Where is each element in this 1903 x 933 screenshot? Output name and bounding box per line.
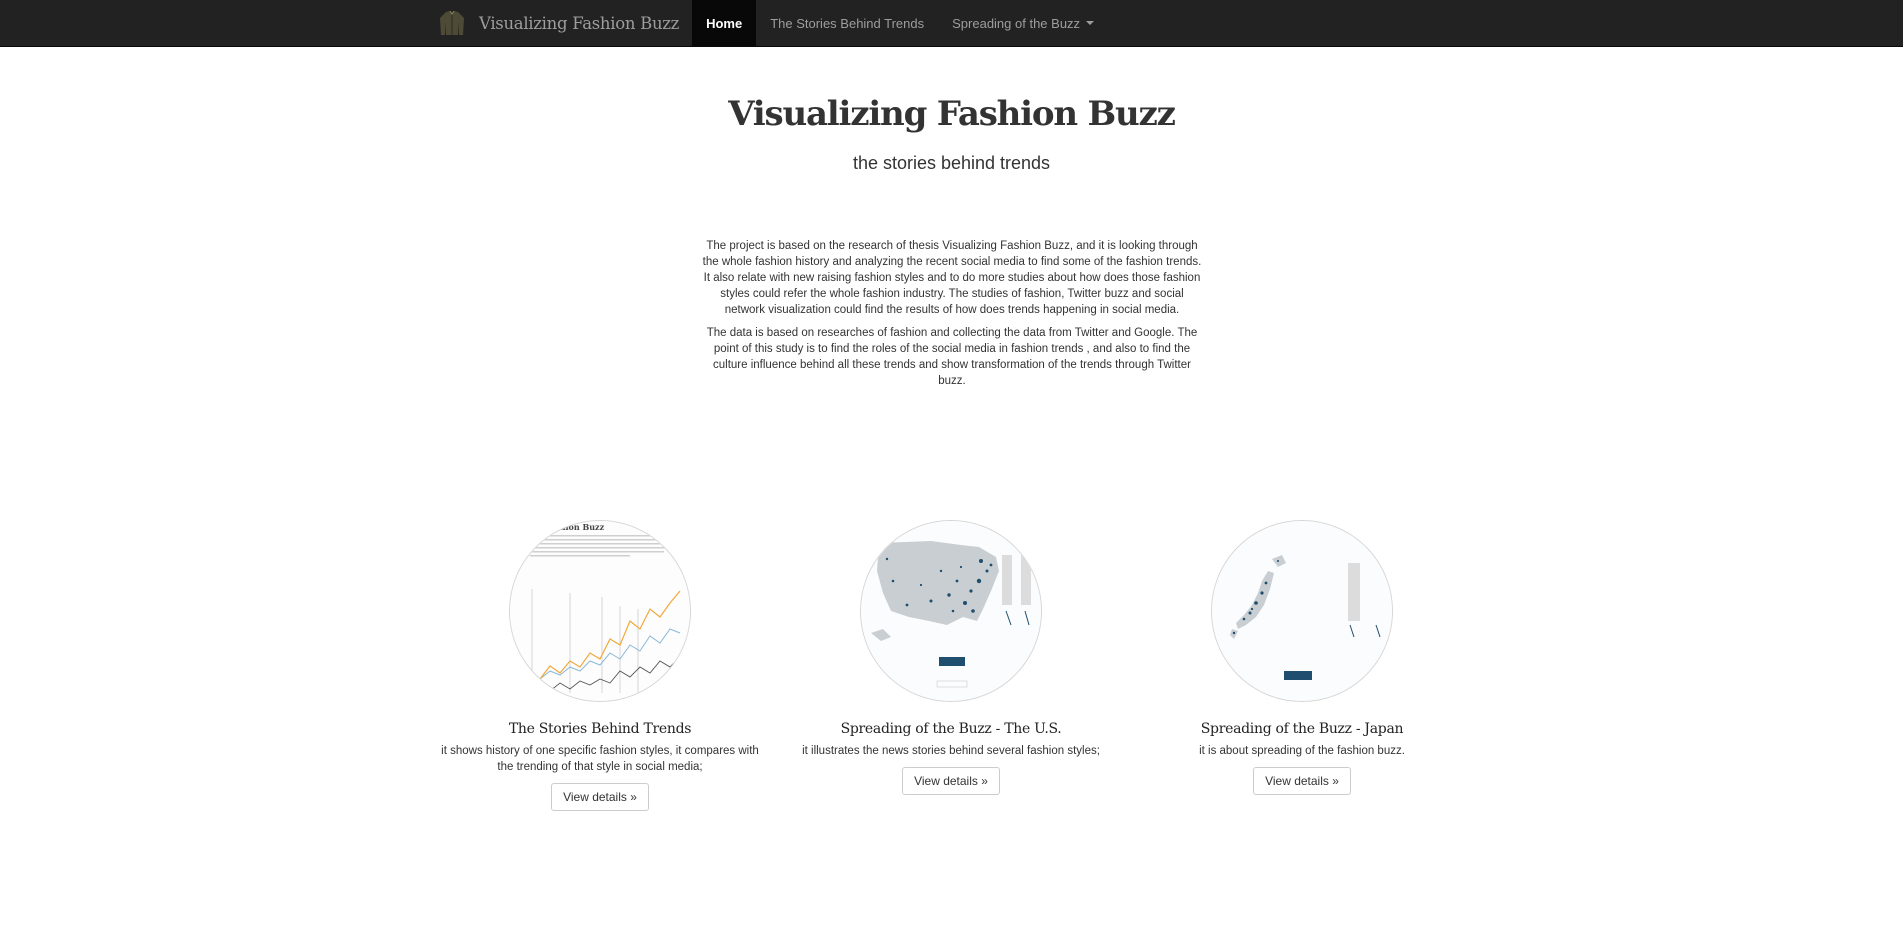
card-stories-title: The Stories Behind Trends — [508, 721, 692, 737]
card-spreading-us: Spreading of the Buzz - The U.S. it illu… — [786, 520, 1116, 795]
line-chart-thumbnail-image: ashion Buzz — [510, 521, 690, 701]
japan-map-thumbnail[interactable] — [1211, 520, 1393, 702]
brand-link[interactable]: Visualizing Fashion Buzz — [437, 0, 679, 46]
nav-stories-label: The Stories Behind Trends — [770, 15, 925, 31]
us-view-details-button[interactable]: View details » — [902, 767, 1000, 795]
card-stories-desc: it shows history of one specific fashion… — [441, 745, 759, 773]
nav-spreading-label: Spreading of the Buzz — [952, 15, 1081, 31]
top-navbar: Visualizing Fashion Buzz Home The Storie… — [0, 0, 1903, 47]
jacket-logo-icon — [440, 10, 464, 35]
card-japan-title: Spreading of the Buzz - Japan — [1200, 721, 1404, 737]
page-title: Visualizing Fashion Buzz — [728, 94, 1176, 134]
caret-down-icon — [1086, 21, 1095, 25]
stories-chart-thumbnail[interactable]: ashion Buzz — [509, 520, 691, 702]
us-map-thumbnail-image — [861, 521, 1041, 701]
stories-view-details-button[interactable]: View details » — [551, 783, 649, 811]
japan-view-details-button[interactable]: View details » — [1253, 767, 1351, 795]
japan-map-thumbnail-image — [1212, 521, 1392, 701]
nav-home[interactable]: Home — [692, 0, 757, 46]
navbar-inner: Visualizing Fashion Buzz Home The Storie… — [437, 0, 1108, 46]
intro-paragraph-1: The project is based on the research of … — [702, 240, 1202, 316]
card-us-desc: it illustrates the news stories behind s… — [802, 745, 1100, 757]
intro-text: The project is based on the research of … — [699, 238, 1205, 396]
svg-text:ashion Buzz: ashion Buzz — [550, 522, 605, 532]
page-subtitle: the stories behind trends — [852, 153, 1051, 173]
nav-spreading-dropdown[interactable]: Spreading of the Buzz — [938, 0, 1108, 46]
card-us-title: Spreading of the Buzz - The U.S. — [840, 721, 1062, 737]
brand-title: Visualizing Fashion Buzz — [479, 13, 680, 33]
card-spreading-japan: Spreading of the Buzz - Japan it is abou… — [1137, 520, 1467, 795]
intro-paragraph-2: The data is based on researches of fashi… — [706, 327, 1198, 387]
nav-home-label: Home — [706, 15, 743, 31]
nav-stories[interactable]: The Stories Behind Trends — [756, 0, 938, 46]
card-stories: ashion Buzz The Stories Behind Trends it… — [435, 520, 765, 811]
us-map-thumbnail[interactable] — [860, 520, 1042, 702]
card-japan-desc: it is about spreading of the fashion buz… — [1199, 745, 1405, 757]
